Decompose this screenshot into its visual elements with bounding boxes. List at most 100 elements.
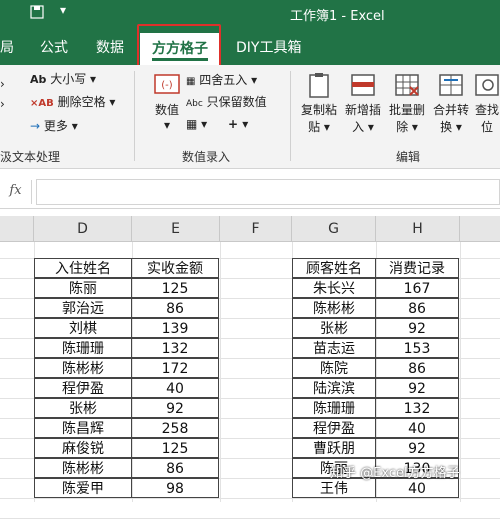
title-bar: ▾ 工作簿1 - Excel xyxy=(0,0,500,27)
find-locate-button[interactable]: 查找位 xyxy=(472,71,500,135)
ribbon-tabs: 局 公式 数据 方方格子 DIY工具箱 xyxy=(0,27,500,65)
value-icon: (-) xyxy=(154,74,180,94)
round-button[interactable]: ▦ 四舍五入 ▾ xyxy=(186,71,257,88)
table1-cell[interactable]: 陈丽 xyxy=(34,278,132,298)
column-header-f[interactable]: F xyxy=(220,216,292,242)
save-icon[interactable] xyxy=(30,5,44,23)
table1-cell[interactable]: 郭治远 xyxy=(34,298,132,318)
table2-cell[interactable]: 153 xyxy=(375,338,459,358)
table2-cell[interactable]: 132 xyxy=(375,398,459,418)
table1-header-0[interactable]: 入住姓名 xyxy=(34,258,132,278)
watermark: 知乎 @Excel方方格子 xyxy=(330,466,460,481)
table1-cell[interactable]: 陈彬彬 xyxy=(34,458,132,478)
fx-icon[interactable]: fx xyxy=(0,180,32,204)
insert-rows-icon xyxy=(351,74,375,96)
table1-cell[interactable]: 92 xyxy=(131,398,219,418)
table1-cell[interactable]: 陈彬彬 xyxy=(34,358,132,378)
corner-header xyxy=(0,216,34,242)
table2-cell[interactable]: 40 xyxy=(375,478,459,498)
window-title: 工作簿1 - Excel xyxy=(290,9,385,24)
table1-cell[interactable]: 张彬 xyxy=(34,398,132,418)
case-button[interactable]: Ab 大小写 ▾ xyxy=(30,70,96,87)
table2-cell[interactable]: 陆滨滨 xyxy=(292,378,376,398)
table2-header-1[interactable]: 消费记录 xyxy=(375,258,459,278)
quick-access-dropdown-icon[interactable]: ▾ xyxy=(60,3,66,17)
table2-cell[interactable]: 40 xyxy=(375,418,459,438)
table1-cell[interactable]: 86 xyxy=(131,298,219,318)
fill-icon[interactable]: ▦ ▾ xyxy=(186,117,207,131)
insert-button[interactable]: 新增插入 ▾ xyxy=(342,71,384,135)
table1-cell[interactable]: 258 xyxy=(131,418,219,438)
table2-cell[interactable]: 92 xyxy=(375,318,459,338)
table1-cell[interactable]: 86 xyxy=(131,458,219,478)
table2-cell[interactable]: 陈珊珊 xyxy=(292,398,376,418)
merge-convert-button[interactable]: 合并转换 ▾ xyxy=(430,71,472,135)
table1-cell[interactable]: 陈珊珊 xyxy=(34,338,132,358)
gridline xyxy=(220,242,221,502)
table1-cell[interactable]: 125 xyxy=(131,278,219,298)
copy-paste-button[interactable]: 复制粘贴 ▾ xyxy=(298,71,340,135)
round-icon: ▦ xyxy=(186,76,196,87)
table1-cell[interactable]: 陈昌辉 xyxy=(34,418,132,438)
merge-icon xyxy=(439,74,463,96)
column-header-d[interactable]: D xyxy=(34,216,132,242)
column-header-h[interactable]: H xyxy=(376,216,460,242)
keep-value-button[interactable]: Abc 只保留数值 xyxy=(186,93,267,110)
gridline xyxy=(0,498,500,499)
table1-cell[interactable]: 陈爱甲 xyxy=(34,478,132,498)
delete-grid-icon xyxy=(395,74,419,96)
table1-cell[interactable]: 139 xyxy=(131,318,219,338)
left-arrow-icon: › xyxy=(0,77,5,91)
value-button[interactable]: (-) 数值 ▾ xyxy=(146,71,188,132)
table2-cell[interactable]: 程伊盈 xyxy=(292,418,376,438)
table2-cell[interactable]: 167 xyxy=(375,278,459,298)
left-arrow-icon-2: › xyxy=(0,97,5,111)
table1-cell[interactable]: 刘棋 xyxy=(34,318,132,338)
table1-cell[interactable]: 麻俊锐 xyxy=(34,438,132,458)
table1-header-1[interactable]: 实收金额 xyxy=(131,258,219,278)
column-header-g[interactable]: G xyxy=(292,216,376,242)
table2-header-0[interactable]: 顾客姓名 xyxy=(292,258,376,278)
more-button[interactable]: → 更多 ▾ xyxy=(30,117,78,134)
tab-formulas[interactable]: 公式 xyxy=(40,37,68,57)
table1-cell[interactable]: 98 xyxy=(131,478,219,498)
table2-cell[interactable]: 曹跃朋 xyxy=(292,438,376,458)
table2-cell[interactable]: 86 xyxy=(375,358,459,378)
arrow-right-icon: → xyxy=(30,119,41,133)
table2-cell[interactable]: 92 xyxy=(375,438,459,458)
table2-cell[interactable]: 王伟 xyxy=(292,478,376,498)
gridline xyxy=(460,242,461,502)
plus-button[interactable]: + ▾ xyxy=(228,117,248,131)
table1-cell[interactable]: 程伊盈 xyxy=(34,378,132,398)
table2-cell[interactable]: 92 xyxy=(375,378,459,398)
numeric-group-name: 数值录入 xyxy=(182,150,231,164)
tab-diy-toolbox[interactable]: DIY工具箱 xyxy=(236,37,301,57)
table2-cell[interactable]: 86 xyxy=(375,298,459,318)
text-group-name: 汲文本处理 xyxy=(0,150,61,164)
column-header-e[interactable]: E xyxy=(132,216,220,242)
ribbon: › › Ab 大小写 ▾ ×AB 删除空格 ▾ → 更多 ▾ 汲文本处理 (-)… xyxy=(0,65,500,169)
highlight-box xyxy=(137,24,221,70)
batch-delete-button[interactable]: 批量删除 ▾ xyxy=(386,71,428,135)
tab-data[interactable]: 数据 xyxy=(96,37,124,57)
remove-spaces-button[interactable]: ×AB 删除空格 ▾ xyxy=(30,93,115,110)
table2-cell[interactable]: 苗志运 xyxy=(292,338,376,358)
table2-cell[interactable]: 陈院 xyxy=(292,358,376,378)
remove-spaces-icon: ×AB xyxy=(30,98,54,109)
table1-cell[interactable]: 40 xyxy=(131,378,219,398)
case-icon: Ab xyxy=(30,73,47,86)
column-header-next xyxy=(460,216,500,242)
abc-icon: Abc xyxy=(186,99,203,109)
table2-cell[interactable]: 张彬 xyxy=(292,318,376,338)
group-separator xyxy=(134,71,135,161)
tab-layout[interactable]: 局 xyxy=(0,37,14,57)
group-separator-2 xyxy=(290,71,291,161)
table2-cell[interactable]: 朱长兴 xyxy=(292,278,376,298)
formula-input[interactable] xyxy=(36,179,500,205)
formula-bar: fx xyxy=(0,175,500,209)
table1-cell[interactable]: 125 xyxy=(131,438,219,458)
edit-group-name: 编辑 xyxy=(396,150,421,164)
table1-cell[interactable]: 172 xyxy=(131,358,219,378)
table1-cell[interactable]: 132 xyxy=(131,338,219,358)
table2-cell[interactable]: 陈彬彬 xyxy=(292,298,376,318)
